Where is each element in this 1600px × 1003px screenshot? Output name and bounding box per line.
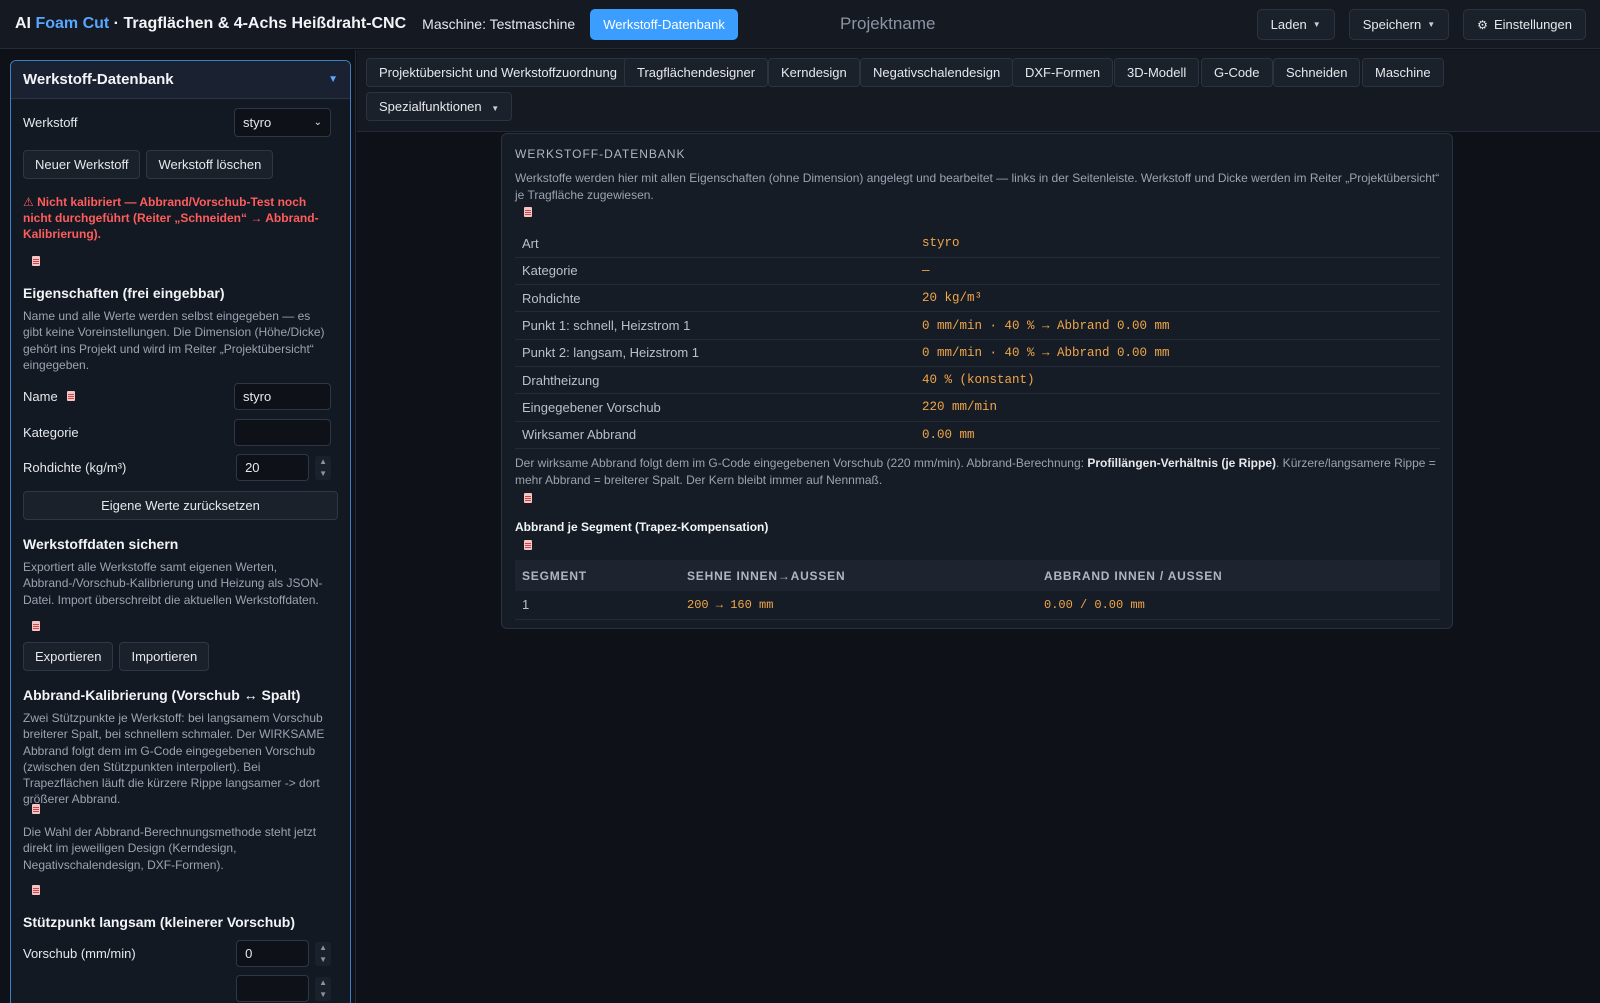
doc-icon[interactable] [32,885,40,895]
tab-special-functions[interactable]: Spezialfunktionen ▼ [366,92,513,121]
save-button[interactable]: Speichern ▼ [1348,9,1450,40]
table-row: Rohdichte 20 kg/m³ [515,284,1440,313]
calibration-title: Abbrand-Kalibrierung (Vorschub ↔ Spalt) [23,687,301,703]
project-name[interactable]: Projektname [840,14,935,34]
column-header: SEGMENT [515,560,680,591]
tab-bar: Projektübersicht und Werkstoffzuordnung … [357,50,1600,132]
tab-gcode[interactable]: G-Code [1201,58,1273,87]
properties-table: Art styro Kategorie — Rohdichte 20 kg/m³ Pu… [515,230,1440,449]
doc-icon[interactable] [524,540,532,550]
category-row: Kategorie [23,419,331,446]
step-down-icon[interactable]: ▼ [319,468,327,480]
card-note: Der wirksame Abbrand folgt dem im G-Code… [515,456,1436,487]
name-label: Name [23,389,76,404]
panel-title: Werkstoff-Datenbank [23,71,174,88]
card-description: Werkstoffe werden hier mit allen Eigensc… [515,171,1440,202]
panel-header[interactable]: Werkstoff-Datenbank ▼ [11,61,350,99]
main-area: Projektübersicht und Werkstoffzuordnung … [357,50,1600,1003]
tab-3d-model[interactable]: 3D-Modell [1114,58,1200,87]
card-title: WERKSTOFF-DATENBANK [515,147,686,161]
gear-icon: ⚙ [1477,17,1488,32]
top-actions: Laden ▼ Speichern ▼ ⚙ Einstellungen [1256,9,1586,40]
doc-icon[interactable] [32,621,40,631]
tab-cutting[interactable]: Schneiden [1273,58,1361,87]
doc-icon[interactable] [67,391,76,401]
density-row: Rohdichte (kg/m³) 20 ▲ ▼ [23,454,331,481]
feed-input[interactable]: 0 [236,940,310,967]
method-desc: Die Wahl der Abbrand-Berechnungsmethode … [23,825,317,872]
machine-label: Maschine: Testmaschine [422,16,576,32]
next-stepper[interactable]: ▲ ▼ [315,976,331,1001]
density-stepper[interactable]: ▲ ▼ [315,455,331,480]
doc-icon[interactable] [32,804,40,814]
slow-point-title: Stützpunkt langsam (kleinerer Vorschub) [23,914,296,930]
next-row-partial: ▲ ▼ [23,975,331,1002]
properties-title: Eigenschaften (frei eingebbar) [23,285,225,301]
app-title: AI Foam Cut · Tragflächen & 4-Achs Heißd… [15,15,407,32]
step-up-icon[interactable]: ▲ [319,456,327,468]
tab-dxf-shapes[interactable]: DXF-Formen [1012,58,1114,87]
doc-icon[interactable] [524,493,532,503]
calibration-desc: Zwei Stützpunkte je Werkstoff: bei langs… [23,711,325,807]
tab-overview[interactable]: Projektübersicht und Werkstoffzuordnung [366,58,630,87]
new-material-button[interactable]: Neuer Werkstoff [23,150,141,179]
import-button[interactable]: Importieren [119,642,210,671]
step-down-icon[interactable]: ▼ [319,954,327,966]
doc-icon[interactable] [32,256,40,266]
material-select[interactable]: styro ⌄ [234,108,331,137]
backup-actions: Exportieren Importieren [23,642,210,671]
table-row: Drahtheizung 40 % (konstant) [515,366,1440,395]
table-row: Wirksamer Abbrand 0.00 mm [515,421,1440,449]
caret-down-icon: ▼ [1427,20,1436,29]
feed-stepper[interactable]: ▲ ▼ [315,941,331,966]
column-header: SEHNE INNEN→AUSSEN [680,560,1037,591]
tab-machine[interactable]: Maschine [1362,58,1444,87]
category-label: Kategorie [23,425,79,440]
load-button[interactable]: Laden ▼ [1256,9,1335,40]
backup-title: Werkstoffdaten sichern [23,536,179,552]
delete-material-button[interactable]: Werkstoff löschen [146,150,274,179]
segment-table: SEGMENT SEHNE INNEN→AUSSEN ABBRAND INNEN… [515,560,1440,620]
density-label: Rohdichte (kg/m³) [23,460,127,475]
next-input[interactable] [236,975,310,1002]
sidebar: Werkstoff-Datenbank ▼ Werkstoff styro ⌄ N… [0,50,356,1003]
density-input[interactable]: 20 [236,454,310,481]
material-database-button[interactable]: Werkstoff-Datenbank [590,8,738,40]
material-label: Werkstoff [23,115,78,130]
tab-core-design[interactable]: Kerndesign [768,58,860,87]
caret-down-icon: ▼ [491,104,500,113]
settings-button[interactable]: ⚙ Einstellungen [1463,9,1586,40]
reset-values-button[interactable]: Eigene Werte zurücksetzen [23,491,338,520]
tab-wing-designer[interactable]: Tragflächendesigner [624,58,769,87]
feed-row: Vorschub (mm/min) 0 ▲ ▼ [23,940,331,967]
name-input[interactable]: styro [234,383,331,410]
column-header: ABBRAND INNEN / AUSSEN [1037,560,1440,591]
table-row: Punkt 2: langsam, Heizstrom 10 mm/min · … [515,339,1440,367]
caret-down-icon: ▼ [1312,20,1321,29]
feed-label: Vorschub (mm/min) [23,946,136,961]
material-actions: Neuer Werkstoff Werkstoff löschen [23,150,274,179]
backup-desc: Exportiert alle Werkstoffe samt eigenen … [23,560,323,607]
app-title-accent: Foam Cut [35,15,110,32]
doc-icon[interactable] [524,207,532,217]
export-button[interactable]: Exportieren [23,642,114,671]
table-row: 1 200 → 160 mm 0.00 / 0.00 mm [515,591,1440,620]
table-row: Eingegebener Vorschub 220 mm/min [515,393,1440,422]
table-row: Art styro [515,230,1440,258]
tab-negative-shell[interactable]: Negativschalendesign [860,58,1014,87]
table-row: Kategorie — [515,257,1440,286]
category-input[interactable] [234,419,331,446]
table-row: Punkt 1: schnell, Heizstrom 10 mm/min · … [515,311,1440,340]
properties-desc: Name und alle Werte werden selbst eingeg… [23,309,325,372]
calibration-warning: ⚠ Nicht kalibriert — Abbrand/Vorschub-Te… [23,195,319,241]
material-row: Werkstoff styro ⌄ [23,108,331,137]
step-up-icon[interactable]: ▲ [319,942,327,954]
segment-title: Abbrand je Segment (Trapez-Kompensation) [515,520,769,534]
chevron-down-icon: ⌄ [313,117,322,128]
material-database-card: WERKSTOFF-DATENBANK Werkstoffe werden hi… [501,133,1453,629]
collapse-triangle-icon[interactable]: ▼ [328,74,338,85]
name-row: Name styro [23,383,331,410]
material-database-panel: Werkstoff-Datenbank ▼ Werkstoff styro ⌄ N… [10,60,351,1003]
